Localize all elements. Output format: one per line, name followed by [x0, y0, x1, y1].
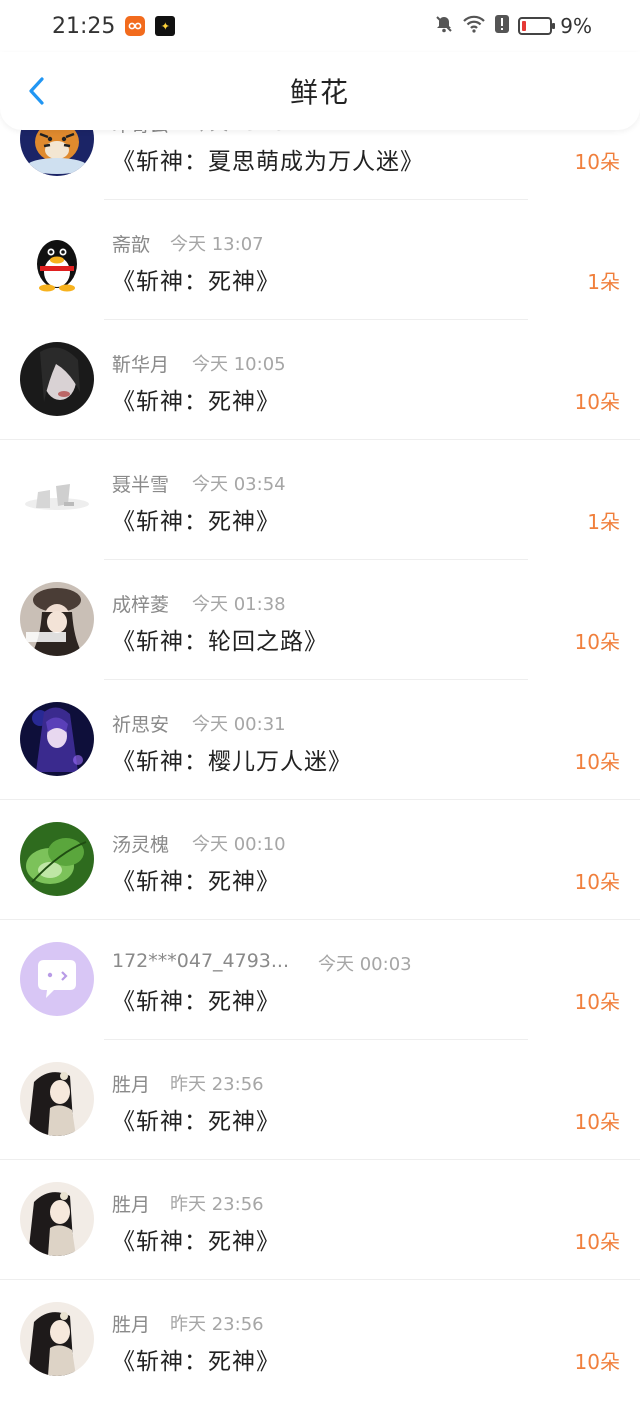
timestamp: 今天 03:54: [192, 474, 286, 495]
avatar[interactable]: [20, 1182, 94, 1256]
sender-name: 成梓菱: [112, 594, 170, 616]
flower-count: 10朵: [574, 390, 620, 414]
sender-name: 斋歆: [112, 234, 151, 256]
app-orange-icon: [125, 16, 146, 36]
chevron-left-icon: [29, 77, 44, 105]
flower-count: 10朵: [574, 630, 620, 654]
avatar[interactable]: [20, 822, 94, 896]
book-title[interactable]: 《斩神：夏思萌成为万人迷》: [112, 142, 424, 176]
list-item[interactable]: 汤灵槐 今天 00:10 《斩神：死神》 10朵: [0, 800, 640, 920]
clock: 21:25: [52, 13, 116, 39]
list-item[interactable]: 172***047_4793... 今天 00:03 《斩神：死神》 10朵: [0, 920, 640, 1040]
sender-name: 172***047_4793...: [112, 950, 290, 972]
list-item[interactable]: 胜月 昨天 23:56 《斩神：死神》 10朵: [0, 1160, 640, 1280]
list-item[interactable]: 靳华月 今天 10:05 《斩神：死神》 10朵: [0, 320, 640, 440]
flower-count: 10朵: [574, 1230, 620, 1254]
flower-count: 10朵: [574, 990, 620, 1014]
back-button[interactable]: [22, 76, 52, 106]
sender-name: 聂半雪: [112, 474, 170, 496]
timestamp: 今天 00:31: [192, 714, 286, 735]
flower-count: 10朵: [574, 870, 620, 894]
timestamp: 昨天 23:56: [170, 1314, 264, 1335]
avatar[interactable]: [20, 342, 94, 416]
sender-name: 胜月: [112, 1074, 151, 1096]
book-title[interactable]: 《斩神：死神》: [112, 862, 280, 896]
avatar[interactable]: [20, 702, 94, 776]
top-navigation-bar: 鲜花: [0, 52, 640, 130]
alert-icon: [494, 14, 510, 39]
battery-percent: 9%: [560, 14, 592, 38]
book-title[interactable]: 《斩神：死神》: [112, 262, 280, 296]
flower-count: 10朵: [574, 1350, 620, 1374]
avatar[interactable]: [20, 462, 94, 536]
sender-name: 胜月: [112, 1194, 151, 1216]
sender-name: 祈思安: [112, 714, 170, 736]
book-title[interactable]: 《斩神：死神》: [112, 1102, 280, 1136]
timestamp: 今天 01:38: [192, 594, 286, 615]
page-title: 鲜花: [289, 76, 350, 109]
list-item[interactable]: 聂半雪 今天 03:54 《斩神：死神》 1朵: [0, 440, 640, 560]
timestamp: 今天 13:07: [170, 234, 264, 255]
battery-icon: [518, 17, 556, 35]
avatar[interactable]: [20, 1302, 94, 1376]
list-item[interactable]: 斋歆 今天 13:07 《斩神：死神》 1朵: [0, 200, 640, 320]
sender-name: 靳华月: [112, 354, 170, 376]
avatar[interactable]: [20, 222, 94, 296]
book-title[interactable]: 《斩神：死神》: [112, 382, 280, 416]
book-title[interactable]: 《斩神：死神》: [112, 502, 280, 536]
flower-count: 1朵: [587, 270, 620, 294]
timestamp: 今天 00:03: [318, 954, 412, 975]
chat-bubble-icon: [20, 942, 94, 1016]
flower-count: 10朵: [574, 750, 620, 774]
timestamp: 今天 00:10: [192, 834, 286, 855]
timestamp: 今天 10:05: [192, 354, 286, 375]
avatar[interactable]: [20, 582, 94, 656]
book-title[interactable]: 《斩神：死神》: [112, 982, 280, 1016]
book-title[interactable]: 《斩神：死神》: [112, 1342, 280, 1376]
status-bar: 21:25 ✦ 9%: [0, 0, 640, 52]
timestamp: 昨天 23:56: [170, 1194, 264, 1215]
list-item[interactable]: 胜月 昨天 23:56 《斩神：死神》 10朵: [0, 1040, 640, 1160]
book-title[interactable]: 《斩神：死神》: [112, 1222, 280, 1256]
book-title[interactable]: 《斩神：轮回之路》: [112, 622, 328, 656]
mute-icon: [434, 14, 454, 39]
wifi-icon: [462, 14, 486, 39]
sender-name: 胜月: [112, 1314, 151, 1336]
flower-count: 1朵: [587, 510, 620, 534]
list-item[interactable]: 胜月 昨天 23:56 《斩神：死神》 10朵: [0, 1280, 640, 1400]
app-dark-icon: ✦: [155, 16, 176, 36]
sender-name: 汤灵槐: [112, 834, 170, 856]
avatar[interactable]: [20, 942, 94, 1016]
flower-gift-list: 印寄云 今天 13:29 《斩神：夏思萌成为万人迷》 10朵 斋歆 今天 13:…: [0, 100, 640, 1420]
flower-count: 10朵: [574, 1110, 620, 1134]
book-title[interactable]: 《斩神：樱儿万人迷》: [112, 742, 352, 776]
timestamp: 昨天 23:56: [170, 1074, 264, 1095]
flower-count: 10朵: [574, 150, 620, 174]
avatar[interactable]: [20, 1062, 94, 1136]
list-item[interactable]: 成梓菱 今天 01:38 《斩神：轮回之路》 10朵: [0, 560, 640, 680]
list-item[interactable]: 祈思安 今天 00:31 《斩神：樱儿万人迷》 10朵: [0, 680, 640, 800]
